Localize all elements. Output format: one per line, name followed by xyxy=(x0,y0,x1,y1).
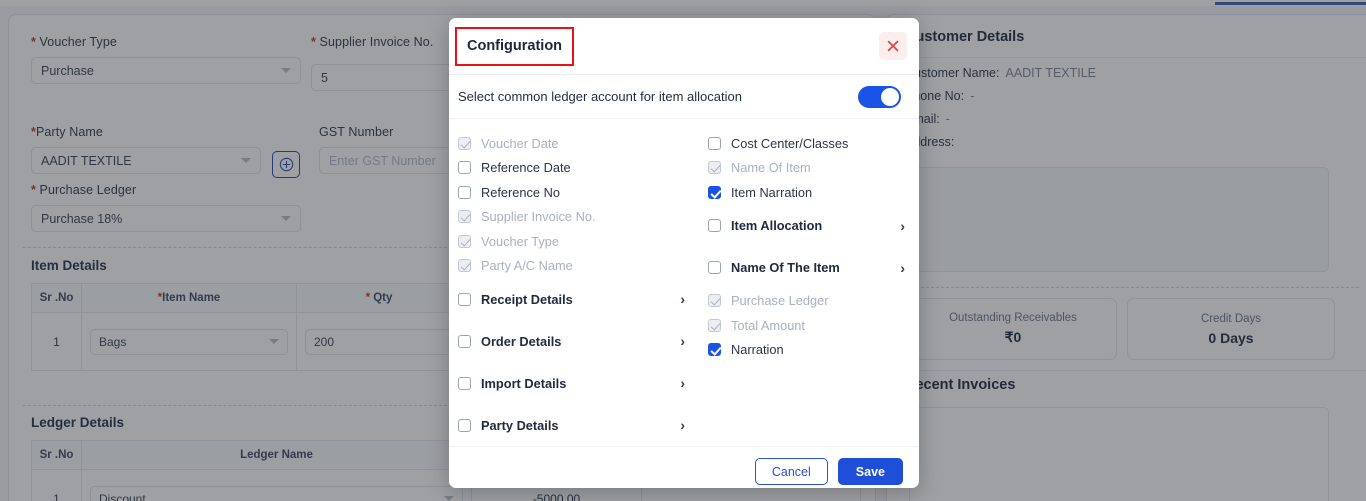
option-label: Cost Center/Classes xyxy=(731,135,849,151)
checkbox-icon xyxy=(458,136,471,150)
checkbox-icon[interactable] xyxy=(708,261,721,274)
option-label: Purchase Ledger xyxy=(731,293,829,309)
toggle-knob xyxy=(881,87,899,106)
option-label: Import Details xyxy=(481,375,567,391)
left-option-row: Party A/C Name xyxy=(458,254,699,279)
checkbox-icon[interactable] xyxy=(458,376,471,390)
option-label: Party Details xyxy=(481,417,559,433)
modal-header: Configuration xyxy=(449,18,919,75)
title-highlight-box: Configuration xyxy=(455,26,575,66)
checkbox-icon xyxy=(708,318,721,332)
checkbox-icon[interactable] xyxy=(708,136,721,150)
chevron-right-icon[interactable]: › xyxy=(900,219,905,233)
left-option-row[interactable]: Order Details › xyxy=(458,320,699,362)
option-label: Voucher Date xyxy=(481,135,559,151)
checkbox-icon[interactable] xyxy=(458,292,471,306)
modal-body: Voucher Date Reference Date Reference No Su… xyxy=(449,119,919,446)
option-label: Narration xyxy=(731,342,784,358)
checkbox-icon xyxy=(458,259,471,273)
chevron-right-icon[interactable]: › xyxy=(900,261,905,275)
option-label: Reference Date xyxy=(481,160,571,176)
right-options-column: Cost Center/Classes Name Of Item Item Narr… xyxy=(699,131,919,446)
checkbox-icon[interactable] xyxy=(708,219,721,232)
checkbox-icon[interactable] xyxy=(708,185,721,199)
option-label: Supplier Invoice No. xyxy=(481,209,596,225)
chevron-right-icon[interactable]: › xyxy=(680,292,685,306)
chevron-right-icon[interactable]: › xyxy=(680,376,685,390)
app-root: * Voucher Type Purchase * Supplier Invoi… xyxy=(0,0,1366,501)
checkbox-icon xyxy=(708,161,721,175)
right-option-row[interactable]: Name Of The Item › xyxy=(708,247,919,289)
option-label: Name Of Item xyxy=(731,160,811,176)
common-ledger-toggle[interactable] xyxy=(858,85,901,108)
right-option-row[interactable]: Item Allocation › xyxy=(708,205,919,247)
option-label: Name Of The Item xyxy=(731,260,840,275)
checkbox-icon xyxy=(708,294,721,308)
left-option-row: Voucher Date xyxy=(458,131,699,156)
checkbox-icon[interactable] xyxy=(458,334,471,348)
left-options-column: Voucher Date Reference Date Reference No Su… xyxy=(449,131,699,446)
left-option-row[interactable]: Receipt Details › xyxy=(458,278,699,320)
right-option-row[interactable]: Cost Center/Classes xyxy=(708,131,919,156)
right-option-row: Name Of Item xyxy=(708,156,919,181)
left-option-row[interactable]: Party Details › xyxy=(458,404,699,446)
option-label: Total Amount xyxy=(731,317,805,333)
chevron-right-icon[interactable]: › xyxy=(680,334,685,348)
common-ledger-toggle-label: Select common ledger account for item al… xyxy=(458,89,742,104)
modal-title: Configuration xyxy=(467,37,563,54)
left-option-row: Supplier Invoice No. xyxy=(458,205,699,230)
option-label: Item Narration xyxy=(731,184,813,200)
option-label: Order Details xyxy=(481,333,562,349)
modal-footer: Cancel Save xyxy=(449,446,919,488)
left-option-row[interactable]: Reference No xyxy=(458,180,699,205)
left-option-row[interactable]: Reference Date xyxy=(458,156,699,181)
cancel-button[interactable]: Cancel xyxy=(754,458,828,485)
left-option-row: Voucher Type xyxy=(458,229,699,254)
right-option-row[interactable]: Narration xyxy=(708,338,919,363)
checkbox-icon xyxy=(458,234,471,248)
option-label: Voucher Type xyxy=(481,233,560,249)
option-label: Party A/C Name xyxy=(481,258,573,274)
chevron-right-icon[interactable]: › xyxy=(680,418,685,432)
checkbox-icon[interactable] xyxy=(458,185,471,199)
checkbox-icon[interactable] xyxy=(708,343,721,357)
option-label: Receipt Details xyxy=(481,291,573,307)
option-label: Reference No xyxy=(481,184,560,200)
right-option-row: Total Amount xyxy=(708,313,919,338)
left-option-row[interactable]: Import Details › xyxy=(458,362,699,404)
right-option-row[interactable]: Item Narration xyxy=(708,180,919,205)
close-icon xyxy=(887,40,899,52)
checkbox-icon[interactable] xyxy=(458,161,471,175)
configuration-modal: Configuration Select common ledger accou… xyxy=(449,18,919,488)
option-label: Item Allocation xyxy=(731,218,823,233)
common-ledger-toggle-row: Select common ledger account for item al… xyxy=(449,75,919,119)
right-option-row: Purchase Ledger xyxy=(708,289,919,314)
save-button[interactable]: Save xyxy=(837,458,903,485)
checkbox-icon[interactable] xyxy=(458,418,471,432)
close-button[interactable] xyxy=(879,32,907,60)
checkbox-icon xyxy=(458,210,471,224)
